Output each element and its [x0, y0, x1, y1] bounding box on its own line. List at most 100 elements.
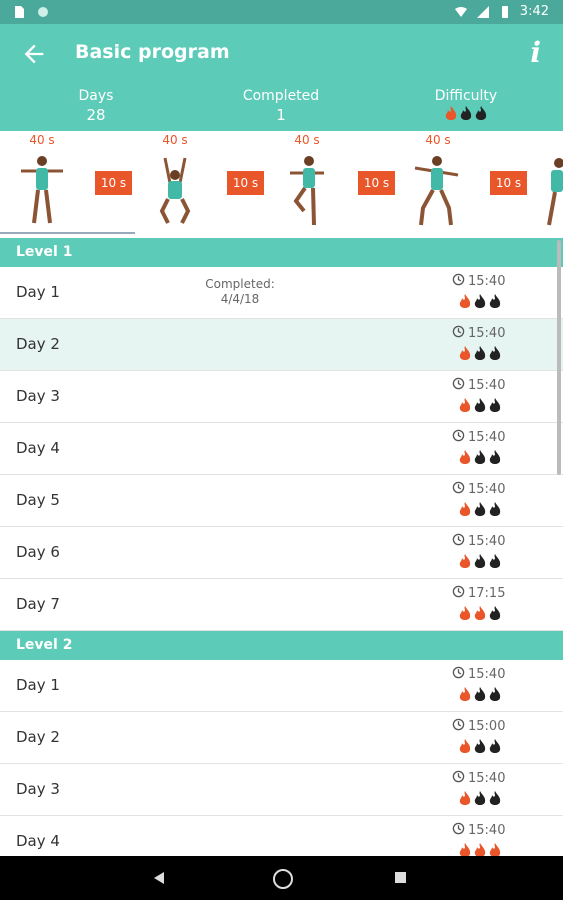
day-row[interactable]: Day 4 15:40	[0, 816, 563, 856]
flame-active-icon	[474, 606, 486, 620]
day-row[interactable]: Day 2 15:00	[0, 712, 563, 764]
exercise-duration: 40 s	[425, 133, 451, 147]
day-row[interactable]: Day 6 15:40	[0, 527, 563, 579]
day-label: Day 2	[16, 728, 60, 746]
day-list[interactable]: Level 1 Day 1 Completed: 4/4/18 15:40 Da…	[0, 238, 563, 856]
flame-inactive-icon	[489, 606, 501, 620]
selected-exercise-indicator	[0, 232, 135, 234]
duration-text: 15:40	[468, 274, 506, 289]
duration-text: 15:40	[468, 378, 506, 393]
difficulty-flames	[458, 606, 502, 622]
flame-active-icon	[459, 294, 471, 308]
nav-back-icon[interactable]	[153, 871, 165, 885]
flame-inactive-icon	[474, 739, 486, 753]
info-button[interactable]: i	[530, 36, 541, 69]
day-row[interactable]: Day 5 15:40	[0, 475, 563, 527]
day-duration: 15:40	[452, 377, 505, 394]
exercise-figure-icon	[159, 157, 191, 224]
difficulty-stat: Difficulty	[406, 88, 526, 126]
flame-inactive-icon	[489, 398, 501, 412]
flame-active-icon	[459, 687, 471, 701]
flame-inactive-icon	[474, 502, 486, 516]
flame-active-icon	[459, 739, 471, 753]
duration-text: 15:40	[468, 482, 506, 497]
level-header: Level 1	[0, 238, 563, 267]
day-label: Day 6	[16, 543, 60, 561]
days-value: 28	[86, 106, 106, 124]
list-scrollbar[interactable]	[557, 240, 561, 475]
exercise-item[interactable]: 40 s	[393, 131, 483, 231]
flame-inactive-icon	[474, 554, 486, 568]
rest-badge: 10 s	[95, 171, 132, 195]
completed-stat: Completed 1	[221, 88, 341, 124]
difficulty-flames	[458, 346, 502, 362]
exercise-figure-icon	[21, 156, 63, 224]
exercise-strip[interactable]: 40 s 10 s 40 s 10 s 40 s 10 s 40 s 10 s	[0, 131, 563, 238]
exercise-figure-icon	[414, 156, 459, 226]
duration-text: 15:40	[468, 823, 506, 838]
exercise-duration: 40 s	[162, 133, 188, 147]
exercise-figure-icon	[290, 156, 324, 226]
day-duration: 15:40	[452, 822, 505, 839]
day-label: Day 4	[16, 832, 60, 850]
flame-active-icon	[459, 554, 471, 568]
difficulty-flames	[458, 843, 502, 856]
flame-inactive-icon	[474, 294, 486, 308]
day-row[interactable]: Day 3 15:40	[0, 371, 563, 423]
clock-icon	[452, 770, 465, 787]
difficulty-flames	[458, 398, 502, 414]
day-row[interactable]: Day 7 17:15	[0, 579, 563, 631]
flame-active-icon	[459, 398, 471, 412]
exercise-item[interactable]: 40 s	[262, 131, 352, 231]
nav-recents-icon[interactable]	[395, 872, 406, 883]
flame-active-icon	[459, 843, 471, 856]
level-header: Level 2	[0, 631, 563, 660]
completed-value: 1	[276, 106, 286, 124]
exercise-duration: 40 s	[29, 133, 55, 147]
program-stats: Days 28 Completed 1 Difficulty	[0, 84, 563, 131]
day-row[interactable]: Day 1 15:40	[0, 660, 563, 712]
day-row[interactable]: Day 3 15:40	[0, 764, 563, 816]
rest-badge: 10 s	[358, 171, 395, 195]
system-nav-bar	[0, 856, 563, 900]
app-bar: Basic program i	[0, 24, 563, 84]
completed-label: Completed	[242, 88, 320, 104]
clock-icon	[452, 481, 465, 498]
completed-label: Completed:	[205, 277, 275, 291]
day-row[interactable]: Day 1 Completed: 4/4/18 15:40	[0, 267, 563, 319]
difficulty-flames	[458, 687, 502, 703]
flame-inactive-icon	[489, 294, 501, 308]
flame-inactive-icon	[475, 106, 487, 120]
duration-text: 15:40	[468, 326, 506, 341]
day-duration: 15:40	[452, 533, 505, 550]
nav-home-icon[interactable]	[273, 869, 293, 889]
flame-inactive-icon	[474, 791, 486, 805]
rest-badge: 10 s	[227, 171, 264, 195]
day-duration: 15:40	[452, 770, 505, 787]
exercise-item[interactable]: 40 s	[130, 131, 220, 231]
flame-active-icon	[489, 843, 501, 856]
clock-icon	[452, 533, 465, 550]
flame-inactive-icon	[489, 791, 501, 805]
flame-inactive-icon	[489, 554, 501, 568]
flame-inactive-icon	[489, 739, 501, 753]
day-row[interactable]: Day 2 15:40	[0, 319, 563, 371]
exercise-item-partial[interactable]	[525, 131, 563, 231]
day-row[interactable]: Day 4 15:40	[0, 423, 563, 475]
duration-text: 15:40	[468, 771, 506, 786]
difficulty-flames	[458, 554, 502, 570]
back-arrow-icon[interactable]	[20, 40, 48, 68]
day-label: Day 4	[16, 439, 60, 457]
day-label: Day 1	[16, 283, 60, 301]
flame-active-icon	[459, 502, 471, 516]
day-label: Day 3	[16, 780, 60, 798]
day-duration: 15:00	[452, 718, 505, 735]
rest-badge: 10 s	[490, 171, 527, 195]
flame-active-icon	[445, 106, 457, 120]
difficulty-flames	[458, 450, 502, 466]
flame-inactive-icon	[489, 502, 501, 516]
flame-active-icon	[459, 346, 471, 360]
exercise-item[interactable]: 40 s	[0, 131, 87, 231]
flame-inactive-icon	[489, 346, 501, 360]
difficulty-flames	[458, 739, 502, 755]
